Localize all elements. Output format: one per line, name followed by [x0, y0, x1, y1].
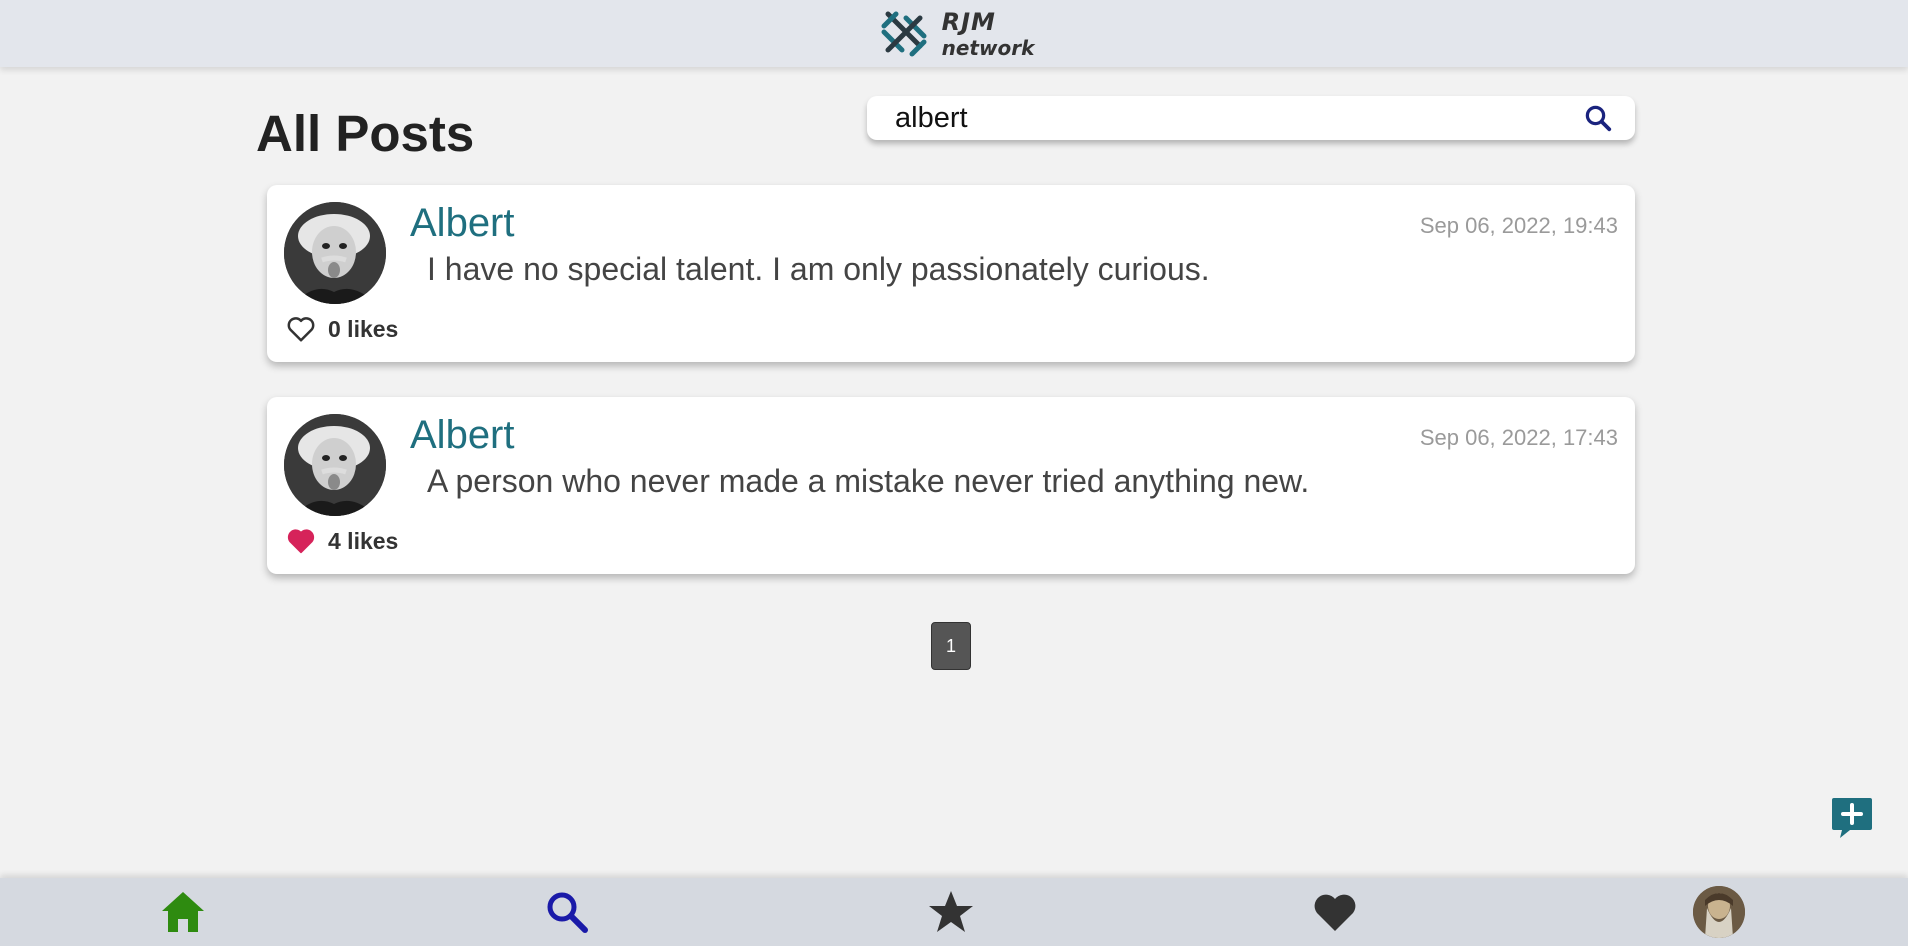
likes-count: 4 likes [328, 527, 399, 554]
post-timestamp: Sep 06, 2022, 19:43 [1419, 213, 1618, 238]
profile-avatar [1693, 886, 1745, 938]
page-title: All Posts [256, 105, 475, 162]
heart-filled-icon[interactable] [286, 527, 316, 555]
home-icon [162, 892, 204, 932]
post-content: I have no special talent. I am only pass… [427, 251, 1210, 287]
post-content: A person who never made a mistake never … [427, 463, 1310, 499]
search-icon [1585, 105, 1612, 132]
app-logo[interactable]: RJM network [874, 4, 1035, 64]
pagination-page-button[interactable]: 1 [931, 622, 971, 670]
heart-outline-icon[interactable] [286, 315, 316, 343]
nav-search[interactable] [537, 884, 597, 940]
author-avatar[interactable] [284, 414, 386, 516]
einstein-portrait-image [284, 202, 386, 304]
bottom-navigation [0, 878, 1908, 946]
logo-line2: network [941, 35, 1035, 60]
post-card: Albert Sep 06, 2022, 17:43 A person who … [267, 397, 1635, 574]
search-icon [547, 892, 588, 933]
star-icon [929, 891, 973, 932]
nav-liked[interactable] [1305, 884, 1365, 940]
post-card: Albert Sep 06, 2022, 19:43 I have no spe… [267, 185, 1635, 362]
likes-count: 0 likes [328, 315, 399, 342]
rjm-logo-icon [881, 11, 927, 56]
search-button[interactable] [1581, 101, 1615, 135]
like-section: 0 likes [286, 315, 398, 343]
heart-icon [1314, 894, 1356, 931]
logo-text: RJM network [942, 10, 1035, 58]
nav-favorites[interactable] [921, 884, 981, 940]
post-author[interactable]: Albert [410, 201, 515, 246]
post-timestamp: Sep 06, 2022, 17:43 [1419, 425, 1618, 450]
nav-home[interactable] [153, 884, 213, 940]
post-author[interactable]: Albert [410, 413, 515, 458]
new-post-button[interactable] [1830, 796, 1874, 840]
like-section: 4 likes [286, 527, 398, 555]
author-avatar[interactable] [284, 202, 386, 304]
top-header: RJM network [0, 0, 1908, 67]
einstein-portrait-image [284, 414, 386, 516]
logo-line1: RJM [941, 7, 996, 36]
nav-profile[interactable] [1689, 884, 1749, 940]
profile-portrait-image [1693, 886, 1745, 938]
search-bar [867, 96, 1635, 140]
search-input[interactable] [895, 101, 1581, 135]
new-post-icon [1832, 798, 1872, 838]
